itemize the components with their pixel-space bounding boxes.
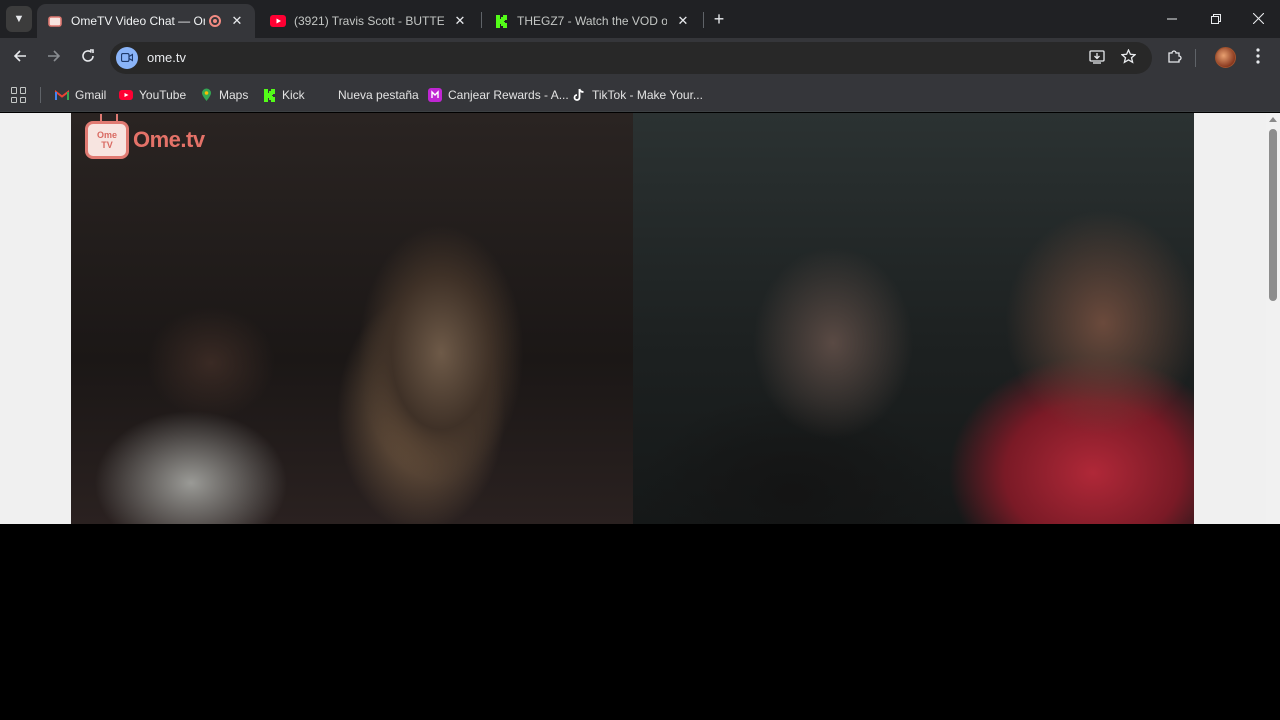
bookmark-gmail[interactable]: Gmail — [55, 85, 106, 105]
tab-kick[interactable]: THEGZ7 - Watch the VOD on Ki ✕ — [483, 4, 701, 38]
chevron-down-icon: ▼ — [13, 13, 25, 25]
scrollbar-thumb[interactable] — [1269, 129, 1277, 301]
bookmark-canjear-rewards[interactable]: Canjear Rewards - A... — [428, 85, 569, 105]
tab-title: (3921) Travis Scott - BUTTERFLY — [294, 14, 444, 28]
youtube-icon — [270, 13, 286, 29]
back-button[interactable] — [8, 46, 32, 70]
rewards-icon — [428, 88, 442, 102]
puzzle-icon — [1167, 48, 1183, 68]
remote-video-feed — [633, 113, 1194, 524]
menu-button[interactable] — [1246, 46, 1270, 70]
close-tab-icon[interactable]: ✕ — [229, 13, 245, 29]
bookmark-maps[interactable]: Maps — [199, 85, 248, 105]
arrow-right-icon — [47, 49, 61, 68]
gmail-icon — [55, 88, 69, 102]
reload-button[interactable] — [76, 46, 100, 70]
logo-badge-line1: Ome — [96, 130, 117, 140]
bookmark-label: Canjear Rewards - A... — [448, 88, 569, 102]
bookmark-label: Maps — [219, 88, 249, 102]
install-app-icon — [1089, 49, 1105, 67]
page-scrollbar[interactable] — [1266, 113, 1280, 524]
kebab-menu-icon — [1256, 48, 1260, 68]
tab-ometv[interactable]: OmeTV Video Chat — Ome ✕ — [37, 4, 255, 38]
tab-title: OmeTV Video Chat — Ome — [71, 14, 205, 28]
minimize-icon — [1167, 12, 1177, 27]
bookmark-nueva-pestana[interactable]: Nueva pestaña — [318, 85, 419, 105]
maps-icon — [199, 88, 213, 102]
bookmark-youtube[interactable]: YouTube — [119, 85, 186, 105]
bookmarks-bar: Gmail YouTube Maps Kick Nueva pestaña Ca… — [0, 78, 1280, 112]
bookmark-kick[interactable]: Kick — [262, 85, 305, 105]
close-tab-icon[interactable]: ✕ — [452, 13, 468, 29]
restore-icon — [1211, 12, 1221, 27]
scroll-up-arrow-icon[interactable] — [1269, 117, 1277, 122]
bookmarks-separator — [40, 87, 41, 103]
recording-indicator-icon — [209, 15, 221, 27]
logo-text: Ome.tv — [133, 127, 205, 152]
bookmark-tiktok[interactable]: TikTok - Make Your... — [572, 85, 703, 105]
apps-grid-icon[interactable] — [11, 87, 27, 103]
new-tab-button[interactable]: + — [708, 8, 730, 30]
star-icon — [1119, 48, 1137, 67]
browser-toolbar: ome.tv — [0, 38, 1280, 78]
tab-search-button[interactable]: ▼ — [6, 6, 32, 32]
ometv-tv-logo-icon: Ome TV — [85, 121, 129, 159]
minimize-button[interactable] — [1150, 0, 1194, 38]
arrow-left-icon — [13, 49, 27, 68]
logo-badge-line2: TV — [101, 140, 113, 150]
tab-title: THEGZ7 - Watch the VOD on Ki — [517, 14, 667, 28]
youtube-icon — [119, 88, 133, 102]
tab-separator — [481, 12, 482, 28]
kick-icon — [262, 88, 276, 102]
bookmark-label: YouTube — [139, 88, 187, 102]
blank-page-icon — [318, 88, 332, 102]
tab-strip: ▼ OmeTV Video Chat — Ome ✕ (3921) Travis… — [0, 0, 1280, 38]
video-camera-icon — [120, 49, 134, 67]
url-text[interactable]: ome.tv — [147, 50, 186, 65]
ometv-logo[interactable]: Ome TV Ome.tv — [85, 121, 205, 159]
close-icon — [1252, 12, 1264, 27]
bookmark-label: Kick — [282, 88, 305, 102]
extensions-button[interactable] — [1163, 46, 1187, 70]
bookmark-label: Gmail — [75, 88, 107, 102]
ometv-page: Ome TV Ome.tv — [0, 113, 1280, 524]
bookmark-label: Nueva pestaña — [338, 88, 419, 102]
black-letterbox — [0, 524, 1280, 720]
bookmark-star-button[interactable] — [1118, 48, 1138, 68]
kick-icon — [493, 13, 509, 29]
reload-icon — [81, 48, 95, 68]
site-info-button[interactable] — [116, 47, 138, 69]
toolbar-separator — [1195, 49, 1196, 67]
close-window-button[interactable] — [1236, 0, 1280, 38]
tab-youtube[interactable]: (3921) Travis Scott - BUTTERFLY ✕ — [260, 4, 478, 38]
install-app-button[interactable] — [1087, 48, 1107, 68]
tiktok-icon — [572, 88, 586, 102]
profile-avatar[interactable] — [1215, 47, 1236, 68]
forward-button[interactable] — [42, 46, 66, 70]
address-bar[interactable]: ome.tv — [110, 42, 1152, 74]
restore-button[interactable] — [1194, 0, 1238, 38]
ometv-favicon-icon — [47, 13, 63, 29]
local-video-feed: Ome TV Ome.tv — [71, 113, 633, 524]
close-tab-icon[interactable]: ✕ — [675, 13, 691, 29]
bookmark-label: TikTok - Make Your... — [592, 88, 703, 102]
tab-separator — [703, 12, 704, 28]
